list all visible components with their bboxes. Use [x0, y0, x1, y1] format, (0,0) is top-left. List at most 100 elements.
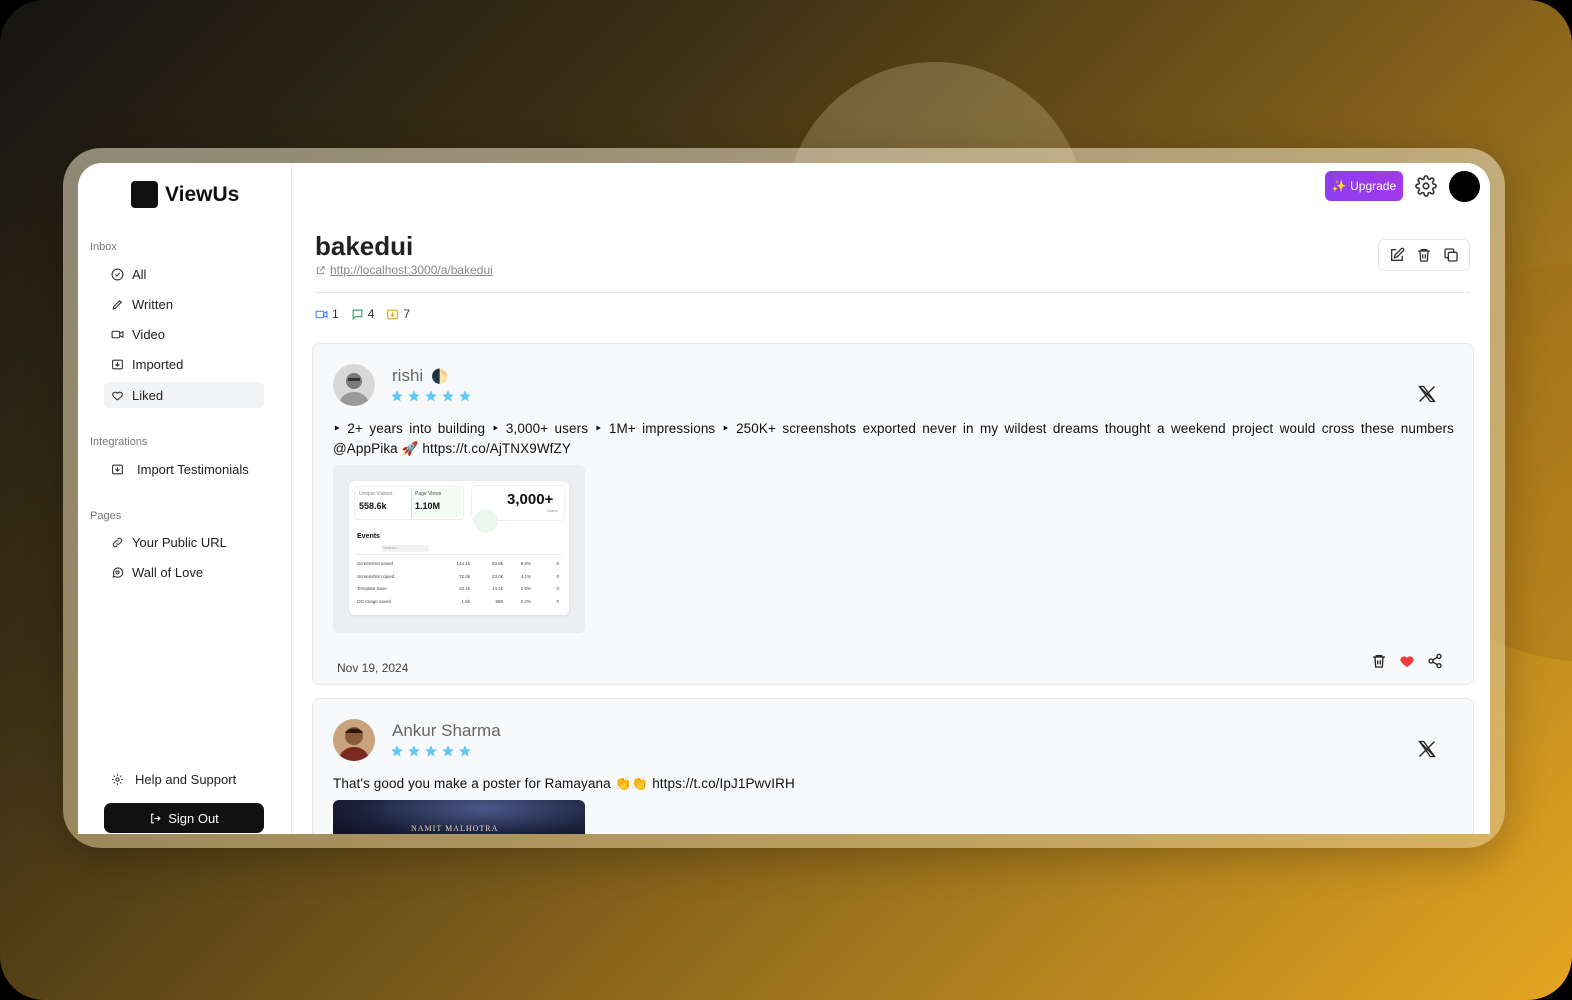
heart-icon — [112, 391, 123, 400]
imported-count[interactable]: 7 — [386, 307, 410, 321]
trash-icon[interactable] — [1371, 653, 1387, 669]
trash-icon[interactable] — [1416, 247, 1432, 263]
cell: Template Save — [357, 586, 387, 591]
author-name: Ankur Sharma — [392, 721, 501, 741]
testimonial-date: Nov 19, 2024 — [337, 661, 409, 675]
users-label: Users — [547, 508, 558, 513]
check-circle-icon — [111, 268, 124, 280]
cell: 888 — [495, 598, 503, 604]
message-heart-icon — [112, 566, 124, 578]
sidebar-item-liked[interactable]: Liked — [104, 382, 264, 408]
cell: Screenshot copied — [357, 573, 395, 579]
cell: 0 — [556, 573, 559, 579]
brand-name: ViewUs — [165, 182, 240, 206]
stats-bar: 1 4 7 — [315, 307, 410, 321]
pencil-icon — [112, 299, 123, 310]
sidebar-item-label: Liked — [132, 387, 164, 403]
sidebar-item-all[interactable]: All — [104, 261, 264, 287]
x-logo-icon[interactable] — [1417, 384, 1437, 404]
sidebar-item-wall-of-love[interactable]: Wall of Love — [104, 559, 264, 585]
badge-icon: 🌓 — [431, 367, 449, 384]
x-logo-icon[interactable] — [1417, 739, 1437, 759]
section-label-pages: Pages — [90, 510, 122, 522]
cell: 0 — [556, 561, 559, 566]
table-row: Screenshot saved 144.1k 63.8k 9.6% 0 — [357, 558, 563, 571]
card-actions — [1371, 653, 1443, 669]
cell: 72.3k — [458, 573, 470, 579]
cell: 4.1% — [520, 573, 531, 579]
sidebar: ViewUs Inbox All Written Video Imported … — [78, 163, 292, 834]
section-label-inbox: Inbox — [90, 241, 117, 253]
text-count[interactable]: 4 — [351, 307, 375, 321]
import-icon — [112, 464, 123, 474]
sidebar-item-label: Help and Support — [135, 771, 237, 787]
cell: 33.1k — [458, 586, 470, 591]
events-title: Events — [357, 533, 380, 540]
user-avatar[interactable] — [1449, 171, 1480, 202]
settings-gear-icon[interactable] — [1415, 175, 1437, 197]
table-divider — [355, 554, 563, 555]
logout-icon — [151, 813, 161, 823]
image-caption: NAMIT MALHOTRA — [411, 824, 499, 833]
star-icon — [459, 745, 471, 757]
sidebar-item-video[interactable]: Video — [104, 321, 264, 347]
star-icon — [391, 390, 403, 402]
testimonial-text: That's good you make a poster for Ramaya… — [333, 776, 795, 791]
users-value: 3,000+ — [507, 491, 554, 508]
main-content: ✨ Upgrade bakedui http://localhost:3000/… — [292, 163, 1490, 834]
events-search: Search... — [381, 545, 429, 552]
text-count-value: 4 — [367, 307, 375, 321]
decorative-blob — [474, 509, 498, 533]
avatar — [333, 719, 375, 761]
testimonial-image[interactable]: Unique Visitors 558.6k Page Views 1.10M … — [333, 465, 585, 633]
cell: 0 — [556, 586, 559, 591]
testimonial-image[interactable]: NAMIT MALHOTRA — [333, 800, 585, 834]
space-actions — [1378, 239, 1470, 271]
space-url: http://localhost:3000/a/bakedui — [330, 263, 493, 277]
table-row: Screenshot copied 72.3k 23.0k 4.1% 0 — [357, 571, 563, 584]
sidebar-item-label: Wall of Love — [132, 564, 204, 580]
sidebar-item-label: Video — [132, 326, 166, 342]
cell: 0 — [556, 598, 559, 604]
sidebar-item-public-url[interactable]: Your Public URL — [104, 529, 264, 555]
sidebar-item-label: Your Public URL — [132, 534, 227, 550]
sidebar-item-import-testimonials[interactable]: Import Testimonials — [104, 456, 264, 482]
star-icon — [425, 745, 437, 757]
events-table: Screenshot saved 144.1k 63.8k 9.6% 0 Screens… — [357, 558, 563, 608]
star-icon — [459, 390, 471, 402]
page-views-label: Page Views — [415, 491, 442, 497]
video-count[interactable]: 1 — [315, 307, 339, 321]
message-icon — [352, 309, 363, 320]
star-icon — [408, 745, 420, 757]
sign-out-button[interactable]: Sign Out — [104, 803, 264, 833]
star-icon — [391, 745, 403, 757]
edit-icon[interactable] — [1389, 247, 1405, 263]
star-icon — [442, 390, 454, 402]
cell: 144.1k — [456, 561, 470, 566]
copy-icon[interactable] — [1443, 247, 1459, 263]
star-icon — [425, 390, 437, 402]
brand[interactable]: ViewUs — [131, 181, 239, 208]
testimonial-card[interactable]: rishi 🌓 ‣ 2+ years into building ‣ 3,000… — [312, 343, 1474, 685]
table-row: Template Save 33.1k 14.1k 2.5% 0 — [357, 583, 563, 596]
help-and-support[interactable]: Help and Support — [104, 766, 264, 792]
import-icon — [112, 359, 123, 369]
sidebar-item-imported[interactable]: Imported — [104, 351, 264, 377]
testimonial-text: ‣ 2+ years into building ‣ 3,000+ users … — [333, 421, 1454, 456]
testimonial-card[interactable]: Ankur Sharma That's good you make a post… — [312, 698, 1474, 834]
cell: Screenshot saved — [357, 561, 394, 566]
upgrade-button[interactable]: ✨ Upgrade — [1325, 171, 1403, 201]
sidebar-item-label: Written — [132, 296, 173, 312]
sign-out-label: Sign Out — [168, 810, 219, 826]
external-link-icon — [316, 265, 325, 274]
heart-filled-icon[interactable] — [1399, 653, 1415, 669]
divider — [315, 292, 1470, 293]
cell: 2.5% — [520, 586, 531, 591]
space-url-link[interactable]: http://localhost:3000/a/bakedui — [315, 263, 493, 277]
share-icon[interactable] — [1427, 653, 1443, 669]
sidebar-item-written[interactable]: Written — [104, 291, 264, 317]
video-icon — [111, 330, 124, 338]
sidebar-item-label: Imported — [132, 356, 184, 372]
cell: OG Image saved — [357, 598, 392, 604]
link-icon — [112, 537, 123, 547]
